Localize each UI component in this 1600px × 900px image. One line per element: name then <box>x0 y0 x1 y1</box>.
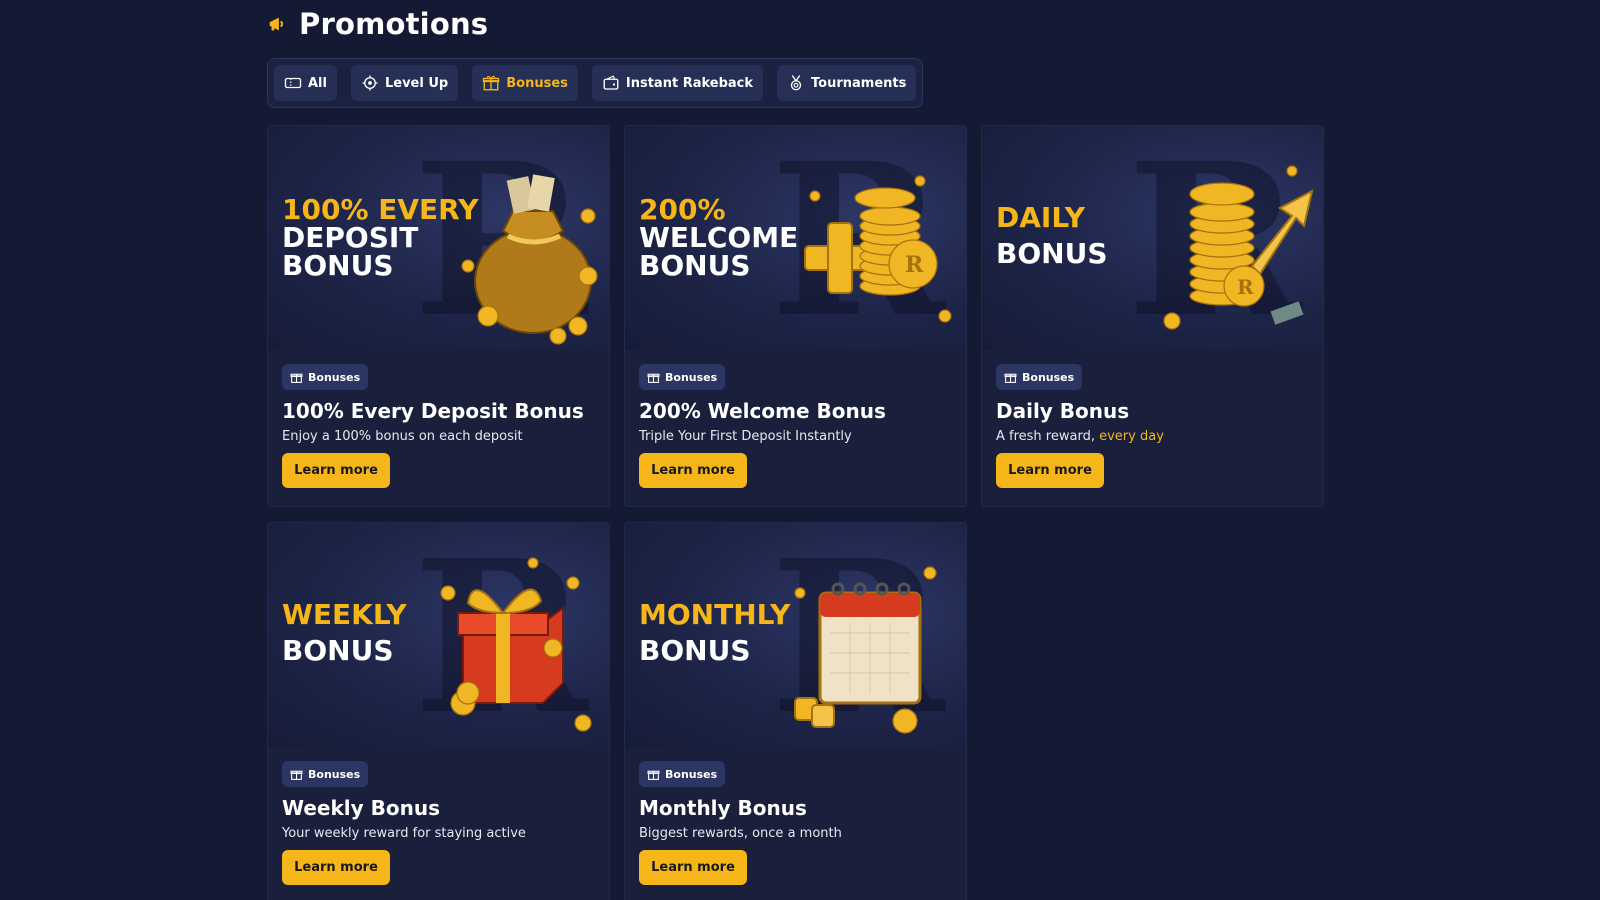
tab-label: Bonuses <box>506 75 568 91</box>
card-title: 200% Welcome Bonus <box>639 399 886 423</box>
tab-bonuses[interactable]: Bonuses <box>472 65 578 101</box>
calendar-icon <box>794 566 937 734</box>
card-title: Weekly Bonus <box>282 796 440 820</box>
card-title: Monthly Bonus <box>639 796 807 820</box>
card-title: Daily Bonus <box>996 399 1130 423</box>
wallet-icon <box>603 75 619 90</box>
card-description: Enjoy a 100% bonus on each deposit <box>282 429 523 444</box>
medal-icon <box>790 75 802 91</box>
card-description: Triple Your First Deposit Instantly <box>639 429 852 444</box>
promo-banner[interactable]: R 100% EVERY DEPOSIT BONUS <box>268 126 609 350</box>
category-badge: Bonuses <box>282 364 369 390</box>
banner-heading: MONTHLY BONUS <box>639 598 791 667</box>
learn-more-button[interactable]: Learn more <box>282 850 390 885</box>
learn-more-button[interactable]: Learn more <box>996 453 1104 488</box>
banner-heading: DAILY BONUS <box>996 201 1108 270</box>
promo-banner[interactable]: R MONTHLY BONUS <box>625 523 966 747</box>
gift-icon <box>290 770 303 780</box>
promotions-page: Promotions All Level Up Bonuses Instant … <box>267 0 1327 900</box>
gear-badge-icon <box>362 75 378 91</box>
card-description: A fresh reward, every day <box>996 429 1164 444</box>
promotions-grid: R 100% EVERY DEPOSIT BONUS <box>267 125 1327 900</box>
promo-banner[interactable]: R 200% WELCOME BONUS R <box>625 126 966 350</box>
card-description: Your weekly reward for staying active <box>282 826 526 841</box>
tab-tournaments[interactable]: Tournaments <box>777 65 917 101</box>
gift-box-icon <box>440 557 592 732</box>
page-header: Promotions <box>267 0 1327 48</box>
promo-card-daily: R DAILY BONUS <box>981 125 1324 507</box>
tab-label: Level Up <box>384 75 449 91</box>
category-badge: Bonuses <box>639 364 726 390</box>
tab-all[interactable]: All <box>274 65 337 101</box>
promo-card-welcome: R 200% WELCOME BONUS R Bonuses 200% Welc… <box>624 125 967 507</box>
ticket-icon <box>284 77 302 89</box>
learn-more-button[interactable]: Learn more <box>639 850 747 885</box>
promo-banner[interactable]: R WEEKLY BONUS <box>268 523 609 747</box>
coins-growth-arrow-icon: R <box>1163 165 1314 330</box>
gift-icon <box>1004 373 1017 383</box>
tab-label: Tournaments <box>811 75 907 91</box>
coin-stack-plus-icon: R <box>804 175 952 323</box>
category-badge: Bonuses <box>639 761 726 787</box>
tab-level-up[interactable]: Level Up <box>350 65 459 101</box>
category-tabs: All Level Up Bonuses Instant Rakeback To… <box>267 58 924 108</box>
gift-icon <box>647 770 660 780</box>
money-bag-icon <box>461 174 598 345</box>
card-description: Biggest rewards, once a month <box>639 826 842 841</box>
promo-card-weekly: R WEEKLY BONUS <box>267 522 610 900</box>
tab-label: All <box>308 75 327 91</box>
gift-icon <box>647 373 660 383</box>
category-badge: Bonuses <box>282 761 369 787</box>
category-badge: Bonuses <box>996 364 1083 390</box>
banner-heading: 200% WELCOME BONUS <box>639 193 799 282</box>
page-title: Promotions <box>299 7 489 41</box>
tab-label: Instant Rakeback <box>625 75 754 91</box>
svg-text:R: R <box>1237 275 1254 299</box>
learn-more-button[interactable]: Learn more <box>282 453 390 488</box>
promo-banner[interactable]: R DAILY BONUS <box>982 126 1323 350</box>
promo-card-every-deposit: R 100% EVERY DEPOSIT BONUS <box>267 125 610 507</box>
svg-text:R: R <box>905 252 924 278</box>
gift-icon <box>483 75 500 91</box>
description-highlight: every day <box>1099 429 1164 444</box>
megaphone-icon <box>269 17 284 31</box>
promo-card-monthly: R MONTHLY BONUS <box>624 522 967 900</box>
gift-icon <box>290 373 303 383</box>
tab-instant-rakeback[interactable]: Instant Rakeback <box>591 65 764 101</box>
learn-more-button[interactable]: Learn more <box>639 453 747 488</box>
card-title: 100% Every Deposit Bonus <box>282 399 584 423</box>
banner-heading: WEEKLY BONUS <box>282 598 407 667</box>
